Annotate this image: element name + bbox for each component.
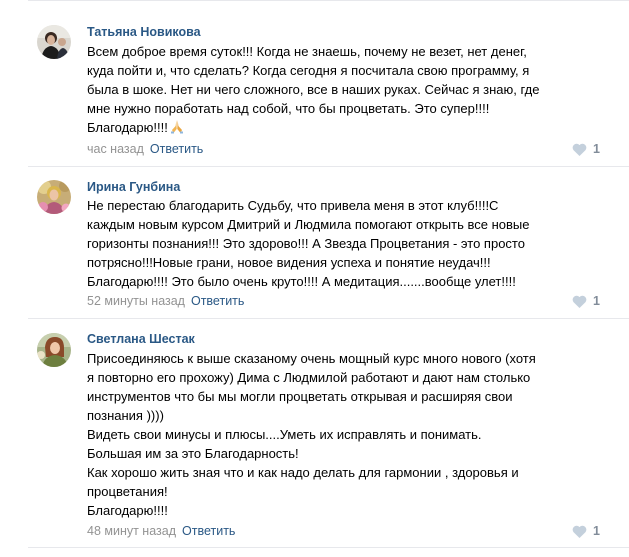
- praying-hands-icon: [169, 119, 185, 139]
- comment-text-line: мне нужно поработать над собой, что бы п…: [87, 101, 490, 116]
- comment-text-line: куда пойти и, что сделать? Когда сегодня…: [87, 63, 530, 78]
- comment-author[interactable]: Ирина Гунбина: [87, 179, 180, 195]
- comment-text-line: процветания!: [87, 484, 168, 499]
- comment-text: Не перестаю благодарить Судьбу, что прив…: [87, 196, 607, 291]
- comment-author[interactable]: Светлана Шестак: [87, 331, 195, 347]
- comment-text: Всем доброе время суток!!! Когда не знае…: [87, 42, 607, 139]
- comment-meta: 52 минуты назад Ответить: [87, 293, 244, 309]
- divider: [28, 547, 629, 548]
- comment-item: Татьяна Новикова Всем доброе время суток…: [0, 10, 629, 167]
- comment-text-line: инструментов что бы мы могли процветать …: [87, 389, 513, 404]
- avatar[interactable]: [37, 25, 71, 59]
- heart-icon: [572, 143, 587, 156]
- reply-button[interactable]: Ответить: [191, 294, 244, 308]
- like-count: 1: [593, 142, 600, 156]
- like-count: 1: [593, 294, 600, 308]
- comment-text-line: горизонты познания!!! Это здорово!!! А З…: [87, 236, 525, 251]
- like-button[interactable]: 1: [572, 141, 600, 157]
- comment-text-line: была в шоке. Нет ни чего сложного, все в…: [87, 82, 540, 97]
- comment-text-line: Не перестаю благодарить Судьбу, что прив…: [87, 198, 499, 213]
- comment-text-line: Видеть свои минусы и плюсы....Уметь их и…: [87, 427, 482, 442]
- comment-text-line: познания )))): [87, 408, 164, 423]
- comment-text-last-line: Благодарю!!!!: [87, 118, 607, 139]
- comment-time[interactable]: 52 минуты назад: [87, 294, 185, 308]
- reply-button[interactable]: Ответить: [182, 524, 235, 538]
- comment-text-line: Благодарю!!!!: [87, 120, 168, 135]
- comment-text: Присоединяюсь к выше сказаному очень мощ…: [87, 349, 607, 520]
- avatar[interactable]: [37, 333, 71, 367]
- heart-icon: [572, 295, 587, 308]
- comment-item: Ирина Гунбина Не перестаю благодарить Су…: [0, 167, 629, 319]
- previous-comment-edge: [28, 0, 629, 10]
- comment-item: Светлана Шестак Присоединяюсь к выше ска…: [0, 319, 629, 548]
- comment-text-line: Как хорошо жить зная что и как надо дела…: [87, 465, 519, 480]
- comments-feed: Татьяна Новикова Всем доброе время суток…: [0, 0, 629, 557]
- comment-time[interactable]: час назад: [87, 142, 144, 156]
- comment-text-line: Благодарю!!!! Это было очень круто!!!! А…: [87, 274, 516, 289]
- comment-meta: 48 минут назад Ответить: [87, 523, 235, 539]
- comment-text-line: Благодарю!!!!: [87, 503, 168, 518]
- comment-text-line: Большая им за это Благодарность!: [87, 446, 299, 461]
- comment-text-line: Всем доброе время суток!!! Когда не знае…: [87, 44, 527, 59]
- like-button[interactable]: 1: [572, 293, 600, 309]
- comment-text-line: я повторно его прохожу) Дима с Людмилой …: [87, 370, 531, 385]
- heart-icon: [572, 525, 587, 538]
- comment-text-line: каждым новым курсом Дмитрий и Людмила по…: [87, 217, 530, 232]
- like-button[interactable]: 1: [572, 523, 600, 539]
- comment-text-line: Присоединяюсь к выше сказаному очень мощ…: [87, 351, 536, 366]
- comment-author[interactable]: Татьяна Новикова: [87, 24, 201, 40]
- reply-button[interactable]: Ответить: [150, 142, 203, 156]
- avatar[interactable]: [37, 180, 71, 214]
- like-count: 1: [593, 524, 600, 538]
- comment-text-line: потрясно!!!Новые грани, новое видения ус…: [87, 255, 491, 270]
- comment-time[interactable]: 48 минут назад: [87, 524, 176, 538]
- comment-meta: час назад Ответить: [87, 141, 203, 157]
